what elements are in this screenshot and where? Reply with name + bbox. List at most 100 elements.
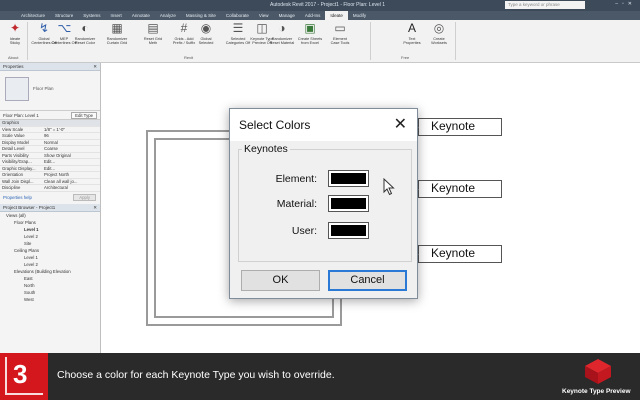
property-value[interactable]: 1/8" = 1'-0": [42, 127, 100, 133]
dialog-title: Select Colors: [239, 118, 311, 132]
tab-modify[interactable]: Modify: [348, 11, 371, 20]
ribbon-button-label: Selected Categories Off: [225, 37, 251, 46]
ribbon-tabs: Architecture Structure Systems Insert Annota…: [0, 11, 640, 20]
ribbon-button-ideate-sticky[interactable]: ✦ Ideate Sticky: [2, 22, 28, 55]
tab-ideate[interactable]: Ideate: [325, 11, 348, 20]
tab-manage[interactable]: Manage: [274, 11, 300, 20]
mouse-cursor-icon: [383, 178, 395, 196]
ribbon-button-reset-material[interactable]: ◑ Randomizer Reset Material: [269, 22, 295, 55]
close-icon[interactable]: ✕: [394, 114, 407, 134]
ribbon-button-worksets[interactable]: ◎ Create Worksets: [426, 22, 452, 55]
close-icon[interactable]: ✕: [93, 64, 97, 70]
title-bar: Autodesk Revit 2017 - Project1 - Floor P…: [0, 0, 640, 11]
ribbon-group-label: Free: [401, 55, 410, 60]
browser-item[interactable]: Floor Plans: [0, 219, 100, 226]
tab-massing-site[interactable]: Massing & Site: [181, 11, 221, 20]
property-name: Parts Visibility: [2, 152, 29, 158]
type-selector[interactable]: Floor Plan: [0, 71, 100, 111]
property-name: Discipline: [2, 185, 21, 190]
property-value[interactable]: Project North: [42, 172, 100, 178]
property-value[interactable]: Edit...: [42, 159, 100, 165]
browser-item[interactable]: Ceiling Plans: [0, 247, 100, 254]
property-name: Detail Level: [2, 146, 25, 151]
reset-grid-icon: ▤: [147, 21, 159, 35]
property-value[interactable]: Clean all wall jo...: [42, 179, 100, 185]
tab-add-ins[interactable]: Add-Ins: [300, 11, 326, 20]
tab-systems[interactable]: Systems: [78, 11, 105, 20]
user-color-fill: [331, 225, 366, 236]
ribbon-button-label: Element Case Tools: [330, 37, 350, 46]
ribbon-button-reset-grid[interactable]: ▤ Reset Grid Meth: [140, 22, 166, 55]
properties-table: Graphics View Scale 1/8" = 1'-0" Scale Valu…: [0, 120, 100, 192]
reset-material-icon: ◑: [278, 21, 286, 35]
property-value: [42, 120, 100, 126]
tab-insert[interactable]: Insert: [106, 11, 127, 20]
search-input[interactable]: Type a keyword or phrase: [505, 1, 585, 9]
tab-architecture[interactable]: Architecture: [16, 11, 50, 20]
ribbon-button-curtain-grid[interactable]: ▦ Randomizer Curtain Grid: [104, 22, 130, 55]
property-name: Display Model: [2, 139, 29, 145]
keynote-tag[interactable]: Keynote: [407, 245, 502, 263]
tab-view[interactable]: View: [254, 11, 274, 20]
keynote-tag[interactable]: Keynote: [407, 180, 502, 198]
ribbon-button-categories-off[interactable]: ☰ Selected Categories Off: [225, 22, 251, 55]
property-name: Wall Join Displ...: [2, 178, 34, 184]
project-browser-title: Project Browser - Project1: [3, 204, 56, 210]
tab-structure[interactable]: Structure: [50, 11, 78, 20]
edit-type-button[interactable]: Edit Type: [71, 112, 97, 119]
browser-item[interactable]: South: [0, 289, 100, 296]
select-colors-dialog: Select Colors ✕ Keynotes Element: Materi…: [229, 108, 418, 299]
instance-selector[interactable]: Floor Plan: Level 1 Edit Type: [0, 111, 100, 120]
close-icon[interactable]: ✕: [93, 205, 97, 211]
browser-item[interactable]: Level 1: [0, 226, 100, 233]
property-name: Visibility/Grap...: [2, 159, 32, 164]
ribbon-button-create-sheets[interactable]: ▣ Create Sheets from Excel: [297, 22, 323, 55]
property-value[interactable]: Coarse: [42, 146, 100, 152]
ribbon-button-text-properties[interactable]: A Text Properties: [399, 22, 425, 55]
window-title: Autodesk Revit 2017 - Project1 - Floor P…: [270, 2, 386, 8]
browser-item[interactable]: West: [0, 296, 100, 303]
keynote-tag[interactable]: Keynote: [407, 118, 502, 136]
element-color-swatch[interactable]: [328, 170, 369, 187]
tab-annotate[interactable]: Annotate: [127, 11, 155, 20]
instance-label: Floor Plan: Level 1: [3, 113, 39, 118]
browser-item[interactable]: Elevations (Building Elevation: [0, 268, 100, 275]
ribbon-button-reset-color[interactable]: ◐ Randomizer Reset Color: [72, 22, 98, 55]
browser-item[interactable]: Site: [0, 240, 100, 247]
ribbon-button-label: Ideate Sticky: [9, 37, 21, 46]
browser-item[interactable]: Level 2: [0, 261, 100, 268]
text-properties-icon: A: [407, 21, 416, 35]
element-case-icon: ▭: [334, 21, 346, 35]
apply-button[interactable]: Apply: [73, 193, 96, 201]
property-value[interactable]: Edit...: [42, 166, 100, 172]
property-value[interactable]: 96: [42, 133, 100, 139]
keynotes-group-label: Keynotes: [242, 143, 290, 155]
property-value[interactable]: Architectural: [42, 185, 100, 191]
ok-button[interactable]: OK: [241, 270, 320, 291]
step-badge: 3: [0, 353, 48, 400]
user-color-label: User:: [291, 225, 317, 237]
ribbon-button-label: Text Properties: [403, 37, 421, 46]
properties-help-link[interactable]: Properties help: [3, 195, 32, 200]
dialog-header: Select Colors ✕: [230, 109, 417, 141]
property-name: View Scale: [2, 126, 24, 132]
tab-collaborate[interactable]: Collaborate: [221, 11, 254, 20]
material-color-swatch[interactable]: [328, 195, 369, 212]
browser-item[interactable]: Views (all): [0, 212, 100, 219]
browser-item[interactable]: Level 2: [0, 233, 100, 240]
browser-item[interactable]: Level 1: [0, 254, 100, 261]
browser-item[interactable]: North: [0, 282, 100, 289]
ribbon-button-global-selected[interactable]: ◉ Global Selected: [193, 22, 219, 55]
centerlines-icon: ↯: [38, 21, 50, 35]
ribbon-separator: [370, 22, 371, 60]
ribbon-button-label: Randomizer Reset Color: [74, 37, 96, 46]
cancel-button[interactable]: Cancel: [328, 270, 407, 291]
ribbon-button-element-case[interactable]: ▭ Element Case Tools: [327, 22, 353, 55]
tab-analyze[interactable]: Analyze: [155, 11, 181, 20]
window-controls[interactable]: –▫✕: [615, 1, 636, 7]
browser-item[interactable]: East: [0, 275, 100, 282]
property-value[interactable]: Show Original: [42, 153, 100, 159]
property-value[interactable]: Normal: [42, 140, 100, 146]
ribbon-button-label: Global Selected: [198, 37, 214, 46]
user-color-swatch[interactable]: [328, 222, 369, 239]
